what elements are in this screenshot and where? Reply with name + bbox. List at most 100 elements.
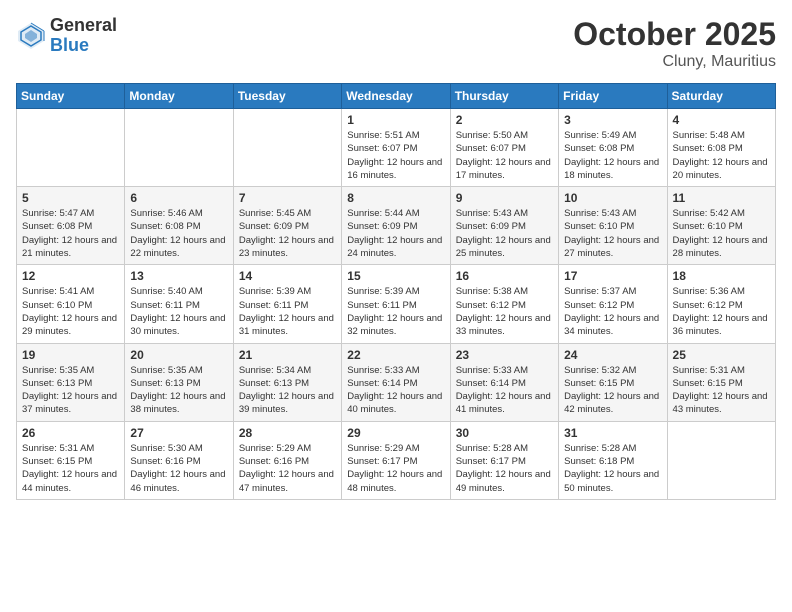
- logo: General Blue: [16, 16, 117, 56]
- day-number: 18: [673, 269, 770, 283]
- calendar-dow-monday: Monday: [125, 84, 233, 109]
- calendar-day-cell: 15 Sunrise: 5:39 AM Sunset: 6:11 PM Dayli…: [342, 265, 450, 343]
- day-info: Sunrise: 5:39 AM Sunset: 6:11 PM Dayligh…: [347, 285, 444, 338]
- day-info: Sunrise: 5:33 AM Sunset: 6:14 PM Dayligh…: [347, 364, 444, 417]
- month-title: October 2025: [573, 16, 776, 53]
- day-number: 19: [22, 348, 119, 362]
- calendar-empty-cell: [233, 109, 341, 187]
- day-info: Sunrise: 5:36 AM Sunset: 6:12 PM Dayligh…: [673, 285, 770, 338]
- day-info: Sunrise: 5:33 AM Sunset: 6:14 PM Dayligh…: [456, 364, 553, 417]
- day-number: 16: [456, 269, 553, 283]
- calendar-day-cell: 29Sunrise: 5:29 AM Sunset: 6:17 PM Dayli…: [342, 421, 450, 499]
- calendar-dow-thursday: Thursday: [450, 84, 558, 109]
- day-number: 27: [130, 426, 227, 440]
- day-info: Sunrise: 5:32 AM Sunset: 6:15 PM Dayligh…: [564, 364, 661, 417]
- calendar-day-cell: 3 Sunrise: 5:49 AM Sunset: 6:08 PM Daylig…: [559, 109, 667, 187]
- calendar-day-cell: 12 Sunrise: 5:41 AM Sunset: 6:10 PM Dayli…: [17, 265, 125, 343]
- logo-icon: [16, 21, 46, 51]
- calendar-week-row: 26 Sunrise: 5:31 AM Sunset: 6:15 PM Dayli…: [17, 421, 776, 499]
- day-number: 4: [673, 113, 770, 127]
- calendar-day-cell: 19Sunrise: 5:35 AM Sunset: 6:13 PM Dayli…: [17, 343, 125, 421]
- day-info: Sunrise: 5:28 AM Sunset: 6:18 PM Dayligh…: [564, 442, 661, 495]
- calendar-dow-saturday: Saturday: [667, 84, 775, 109]
- day-number: 30: [456, 426, 553, 440]
- day-number: 7: [239, 191, 336, 205]
- day-info: Sunrise: 5:34 AM Sunset: 6:13 PM Dayligh…: [239, 364, 336, 417]
- calendar-day-cell: 14 Sunrise: 5:39 AM Sunset: 6:11 PM Dayli…: [233, 265, 341, 343]
- calendar-day-cell: 1Sunrise: 5:51 AM Sunset: 6:07 PM Daylig…: [342, 109, 450, 187]
- day-number: 14: [239, 269, 336, 283]
- title-block: October 2025 Cluny, Mauritius: [573, 16, 776, 71]
- day-number: 20: [130, 348, 227, 362]
- calendar-empty-cell: [667, 421, 775, 499]
- day-info: Sunrise: 5:29 AM Sunset: 6:16 PM Dayligh…: [239, 442, 336, 495]
- calendar-day-cell: 10 Sunrise: 5:43 AM Sunset: 6:10 PM Dayli…: [559, 187, 667, 265]
- day-number: 22: [347, 348, 444, 362]
- day-info: Sunrise: 5:43 AM Sunset: 6:09 PM Dayligh…: [456, 207, 553, 260]
- calendar-dow-sunday: Sunday: [17, 84, 125, 109]
- day-number: 24: [564, 348, 661, 362]
- day-info: Sunrise: 5:49 AM Sunset: 6:08 PM Dayligh…: [564, 129, 661, 182]
- calendar-day-cell: 18 Sunrise: 5:36 AM Sunset: 6:12 PM Dayli…: [667, 265, 775, 343]
- day-number: 15: [347, 269, 444, 283]
- calendar-day-cell: 20 Sunrise: 5:35 AM Sunset: 6:13 PM Dayli…: [125, 343, 233, 421]
- day-info: Sunrise: 5:45 AM Sunset: 6:09 PM Dayligh…: [239, 207, 336, 260]
- day-info: Sunrise: 5:35 AM Sunset: 6:13 PM Dayligh…: [130, 364, 227, 417]
- day-number: 12: [22, 269, 119, 283]
- day-number: 17: [564, 269, 661, 283]
- calendar-day-cell: 8Sunrise: 5:44 AM Sunset: 6:09 PM Daylig…: [342, 187, 450, 265]
- day-info: Sunrise: 5:39 AM Sunset: 6:11 PM Dayligh…: [239, 285, 336, 338]
- logo-text: General Blue: [50, 16, 117, 56]
- day-info: Sunrise: 5:47 AM Sunset: 6:08 PM Dayligh…: [22, 207, 119, 260]
- calendar-dow-wednesday: Wednesday: [342, 84, 450, 109]
- day-info: Sunrise: 5:40 AM Sunset: 6:11 PM Dayligh…: [130, 285, 227, 338]
- day-info: Sunrise: 5:43 AM Sunset: 6:10 PM Dayligh…: [564, 207, 661, 260]
- day-number: 21: [239, 348, 336, 362]
- day-number: 13: [130, 269, 227, 283]
- day-info: Sunrise: 5:31 AM Sunset: 6:15 PM Dayligh…: [22, 442, 119, 495]
- day-info: Sunrise: 5:30 AM Sunset: 6:16 PM Dayligh…: [130, 442, 227, 495]
- day-info: Sunrise: 5:28 AM Sunset: 6:17 PM Dayligh…: [456, 442, 553, 495]
- day-info: Sunrise: 5:31 AM Sunset: 6:15 PM Dayligh…: [673, 364, 770, 417]
- calendar-empty-cell: [17, 109, 125, 187]
- calendar-empty-cell: [125, 109, 233, 187]
- logo-general: General: [50, 16, 117, 36]
- day-number: 10: [564, 191, 661, 205]
- calendar-day-cell: 6Sunrise: 5:46 AM Sunset: 6:08 PM Daylig…: [125, 187, 233, 265]
- day-number: 9: [456, 191, 553, 205]
- calendar-day-cell: 5 Sunrise: 5:47 AM Sunset: 6:08 PM Daylig…: [17, 187, 125, 265]
- day-info: Sunrise: 5:37 AM Sunset: 6:12 PM Dayligh…: [564, 285, 661, 338]
- day-number: 25: [673, 348, 770, 362]
- day-number: 29: [347, 426, 444, 440]
- day-number: 11: [673, 191, 770, 205]
- day-number: 5: [22, 191, 119, 205]
- day-info: Sunrise: 5:38 AM Sunset: 6:12 PM Dayligh…: [456, 285, 553, 338]
- calendar-day-cell: 28 Sunrise: 5:29 AM Sunset: 6:16 PM Dayli…: [233, 421, 341, 499]
- calendar-week-row: 12 Sunrise: 5:41 AM Sunset: 6:10 PM Dayli…: [17, 265, 776, 343]
- calendar-week-row: 5 Sunrise: 5:47 AM Sunset: 6:08 PM Daylig…: [17, 187, 776, 265]
- day-number: 3: [564, 113, 661, 127]
- day-number: 23: [456, 348, 553, 362]
- day-info: Sunrise: 5:51 AM Sunset: 6:07 PM Dayligh…: [347, 129, 444, 182]
- calendar-day-cell: 26 Sunrise: 5:31 AM Sunset: 6:15 PM Dayli…: [17, 421, 125, 499]
- day-number: 2: [456, 113, 553, 127]
- calendar-day-cell: 16 Sunrise: 5:38 AM Sunset: 6:12 PM Dayli…: [450, 265, 558, 343]
- calendar-day-cell: 2 Sunrise: 5:50 AM Sunset: 6:07 PM Daylig…: [450, 109, 558, 187]
- calendar-day-cell: 11 Sunrise: 5:42 AM Sunset: 6:10 PM Dayli…: [667, 187, 775, 265]
- day-number: 26: [22, 426, 119, 440]
- calendar-day-cell: 30 Sunrise: 5:28 AM Sunset: 6:17 PM Dayli…: [450, 421, 558, 499]
- page-header: General Blue October 2025 Cluny, Mauriti…: [16, 16, 776, 71]
- calendar-day-cell: 7 Sunrise: 5:45 AM Sunset: 6:09 PM Daylig…: [233, 187, 341, 265]
- calendar-day-cell: 23 Sunrise: 5:33 AM Sunset: 6:14 PM Dayli…: [450, 343, 558, 421]
- calendar-day-cell: 13 Sunrise: 5:40 AM Sunset: 6:11 PM Dayli…: [125, 265, 233, 343]
- day-info: Sunrise: 5:50 AM Sunset: 6:07 PM Dayligh…: [456, 129, 553, 182]
- calendar-header-row: SundayMondayTuesdayWednesdayThursdayFrid…: [17, 84, 776, 109]
- location: Cluny, Mauritius: [573, 53, 776, 71]
- day-info: Sunrise: 5:46 AM Sunset: 6:08 PM Dayligh…: [130, 207, 227, 260]
- calendar-day-cell: 25 Sunrise: 5:31 AM Sunset: 6:15 PM Dayli…: [667, 343, 775, 421]
- day-number: 31: [564, 426, 661, 440]
- calendar-day-cell: 27 Sunrise: 5:30 AM Sunset: 6:16 PM Dayli…: [125, 421, 233, 499]
- day-info: Sunrise: 5:41 AM Sunset: 6:10 PM Dayligh…: [22, 285, 119, 338]
- day-number: 28: [239, 426, 336, 440]
- day-info: Sunrise: 5:42 AM Sunset: 6:10 PM Dayligh…: [673, 207, 770, 260]
